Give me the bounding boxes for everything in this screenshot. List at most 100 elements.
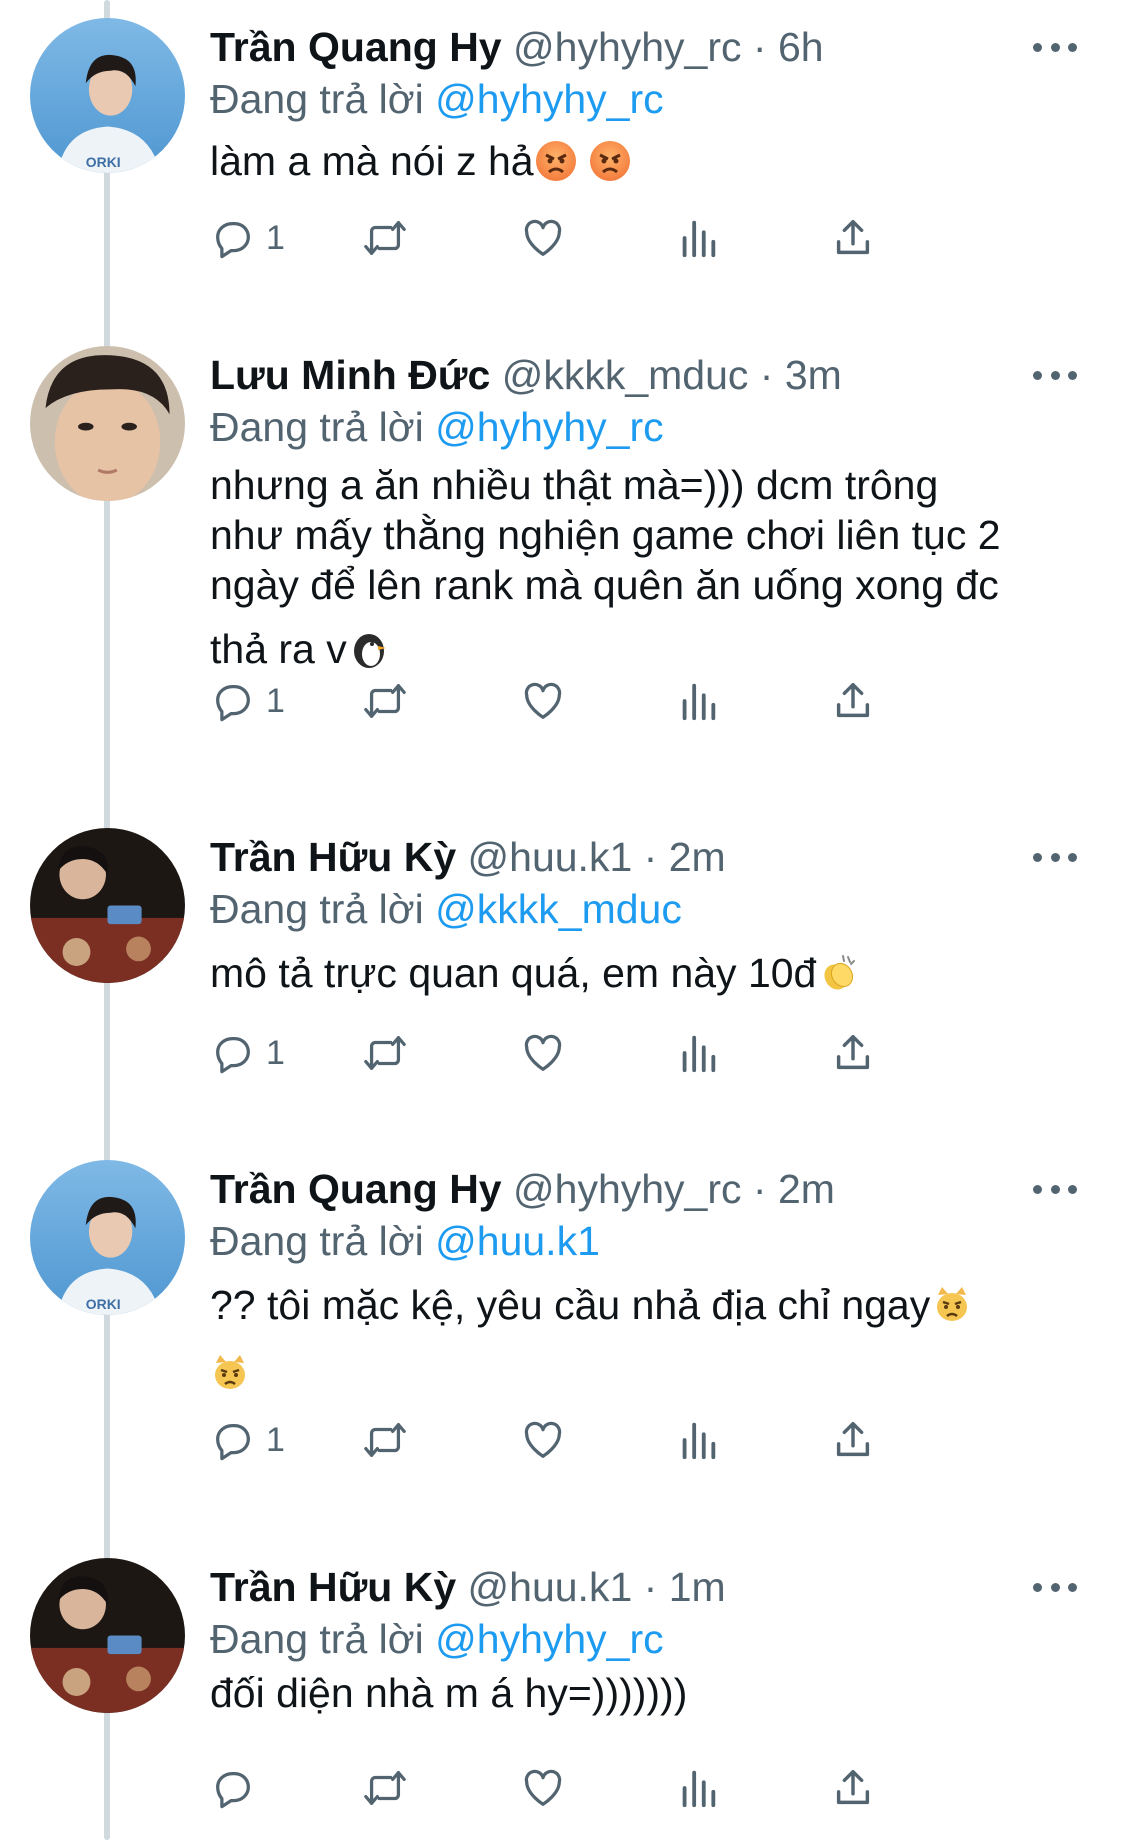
like-button[interactable] [520, 1415, 566, 1465]
like-button[interactable] [520, 1028, 566, 1078]
tweet-text: ?? tôi mặc kệ, yêu cầu nhả địa chỉ ngay [210, 1280, 1090, 1398]
views-icon [682, 1035, 716, 1073]
tweet-1[interactable]: ORKI Trần Quang Hy @hyhyhy_rc · 6h Đang … [0, 18, 1125, 288]
avatar[interactable] [30, 346, 185, 501]
display-name[interactable]: Trần Hữu Kỳ [210, 1564, 456, 1610]
username[interactable]: @hyhyhy_rc [513, 24, 741, 70]
more-icon[interactable] [1033, 828, 1077, 886]
reply-button[interactable]: 1 [210, 213, 285, 263]
avatar[interactable] [30, 828, 185, 983]
views-button[interactable] [675, 1415, 721, 1465]
separator: · [643, 1564, 658, 1610]
separator: · [752, 24, 767, 70]
username[interactable]: @huu.k1 [468, 834, 633, 880]
timestamp[interactable]: 3m [785, 352, 842, 398]
share-button[interactable] [830, 1763, 876, 1813]
heart-icon [524, 1769, 562, 1806]
like-button[interactable] [520, 213, 566, 263]
retweet-button[interactable] [362, 1028, 408, 1078]
tweet-text-line [210, 1348, 1090, 1398]
retweet-icon [364, 1423, 406, 1457]
retweet-button[interactable] [362, 1763, 408, 1813]
retweet-button[interactable] [362, 213, 408, 263]
replying-to-label: Đang trả lời [210, 404, 424, 450]
views-button[interactable] [675, 1028, 721, 1078]
share-button[interactable] [830, 676, 876, 726]
tweet-actions: 1 [210, 213, 1010, 263]
share-icon [836, 1769, 870, 1805]
tweet-text: nhưng a ăn nhiều thật mà=))) dcm trông n… [210, 460, 1090, 674]
tweet-text: đối diện nhà m á hy=))))))) [210, 1668, 1090, 1718]
views-button[interactable] [675, 1763, 721, 1813]
tweet-header: Trần Hữu Kỳ @huu.k1 · 2m [210, 828, 1065, 886]
timestamp[interactable]: 1m [669, 1564, 726, 1610]
tweet-header: Trần Quang Hy @hyhyhy_rc · 2m [210, 1160, 1065, 1218]
share-icon [836, 219, 870, 255]
share-button[interactable] [830, 1028, 876, 1078]
avatar-dark-restaurant-image [30, 828, 185, 983]
tweet-2[interactable]: Lưu Minh Đức @kkkk_mduc · 3m Đang trả lờ… [0, 346, 1125, 766]
tweet-actions [210, 1763, 1010, 1813]
reply-button[interactable] [210, 1763, 266, 1813]
share-button[interactable] [830, 213, 876, 263]
tweet-header: Trần Quang Hy @hyhyhy_rc · 6h [210, 18, 1065, 76]
username[interactable]: @kkkk_mduc [502, 352, 749, 398]
like-button[interactable] [520, 1763, 566, 1813]
tweet-text-line: thả ra v [210, 624, 1090, 674]
mention-link[interactable]: @hyhyhy_rc [435, 404, 663, 450]
views-icon [682, 683, 716, 721]
tweet-header: Trần Hữu Kỳ @huu.k1 · 1m [210, 1558, 1065, 1616]
angry-face-icon [589, 141, 630, 181]
views-button[interactable] [675, 213, 721, 263]
display-name[interactable]: Lưu Minh Đức [210, 352, 490, 398]
tweet-text: mô tả trực quan quá, em này 10đ [210, 948, 1090, 998]
svg-text:ORKI: ORKI [86, 154, 121, 170]
more-icon[interactable] [1033, 1558, 1077, 1616]
retweet-button[interactable] [362, 676, 408, 726]
share-icon [836, 1421, 870, 1457]
more-icon[interactable] [1033, 18, 1077, 76]
timestamp[interactable]: 2m [778, 1166, 835, 1212]
tweet-header: Lưu Minh Đức @kkkk_mduc · 3m [210, 346, 1065, 404]
display-name[interactable]: Trần Quang Hy [210, 1166, 502, 1212]
avatar[interactable]: ORKI [30, 18, 185, 173]
reply-button[interactable]: 1 [210, 1415, 285, 1465]
tweet-4[interactable]: ORKI Trần Quang Hy @hyhyhy_rc · 2m Đang … [0, 1160, 1125, 1490]
avatar-blue-shirt-image: ORKI [30, 1160, 185, 1315]
username[interactable]: @huu.k1 [468, 1564, 633, 1610]
mention-link[interactable]: @huu.k1 [435, 1218, 600, 1264]
share-icon [836, 1034, 870, 1070]
reply-count: 1 [266, 1420, 285, 1459]
tweet-text-line: nhưng a ăn nhiều thật mà=))) dcm trông [210, 462, 939, 508]
display-name[interactable]: Trần Quang Hy [210, 24, 502, 70]
like-button[interactable] [520, 676, 566, 726]
replying-to: Đang trả lời @hyhyhy_rc [210, 1610, 664, 1668]
mention-link[interactable]: @hyhyhy_rc [435, 1616, 663, 1662]
username[interactable]: @hyhyhy_rc [513, 1166, 741, 1212]
reply-button[interactable]: 1 [210, 1028, 285, 1078]
replying-to: Đang trả lời @kkkk_mduc [210, 880, 682, 938]
views-button[interactable] [675, 676, 721, 726]
retweet-button[interactable] [362, 1415, 408, 1465]
views-icon [682, 1422, 716, 1460]
more-icon[interactable] [1033, 1160, 1077, 1218]
mention-link[interactable]: @hyhyhy_rc [435, 76, 663, 122]
reply-icon [216, 1036, 250, 1074]
display-name[interactable]: Trần Hữu Kỳ [210, 834, 456, 880]
reply-icon [216, 684, 250, 722]
reply-count: 1 [266, 681, 285, 720]
avatar[interactable]: ORKI [30, 1160, 185, 1315]
reply-button[interactable]: 1 [210, 676, 285, 726]
tweet-5[interactable]: Trần Hữu Kỳ @huu.k1 · 1m Đang trả lời @h… [0, 1558, 1125, 1844]
tweet-text-line: làm a mà nói z hả [210, 136, 1090, 186]
share-button[interactable] [830, 1415, 876, 1465]
tweet-actions: 1 [210, 1415, 1010, 1465]
timestamp[interactable]: 6h [778, 24, 824, 70]
retweet-icon [364, 221, 406, 255]
more-icon[interactable] [1033, 346, 1077, 404]
avatar[interactable] [30, 1558, 185, 1713]
timestamp[interactable]: 2m [669, 834, 726, 880]
angry-face-icon [535, 141, 576, 181]
mention-link[interactable]: @kkkk_mduc [435, 886, 682, 932]
tweet-3[interactable]: Trần Hữu Kỳ @huu.k1 · 2m Đang trả lời @k… [0, 828, 1125, 1098]
